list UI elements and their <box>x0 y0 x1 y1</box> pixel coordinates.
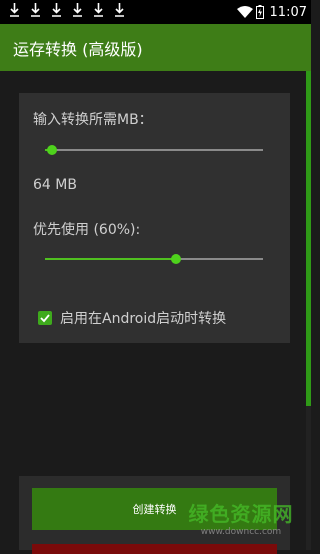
startup-checkbox[interactable] <box>38 311 52 325</box>
scrollbar-thumb[interactable] <box>306 71 311 406</box>
download-icon <box>10 3 19 17</box>
download-icon <box>115 3 124 17</box>
check-icon <box>40 314 50 323</box>
create-button-label: 创建转换 <box>132 503 177 516</box>
slider-thumb[interactable] <box>46 145 57 155</box>
clock: 11:07 <box>269 4 307 20</box>
priority-label: 优先使用 (60%): <box>33 222 141 238</box>
download-icon <box>52 3 61 17</box>
startup-option[interactable]: 启用在Android启动时转换 <box>38 308 226 328</box>
page-title: 运存转换 (高级版) <box>13 39 143 59</box>
mb-label: 输入转换所需MB： <box>33 112 153 128</box>
mb-value: 64 MB <box>33 177 77 193</box>
slider-thumb[interactable] <box>170 254 181 264</box>
battery-icon <box>255 5 264 19</box>
download-icon <box>73 3 82 17</box>
watermark-text: 绿色资源网 <box>188 502 294 526</box>
settings-card: 输入转换所需MB： 64 MB 优先使用 (60%): 启用在Android启动… <box>19 93 290 343</box>
download-icon <box>31 3 40 17</box>
status-icons: 11:07 <box>236 0 307 24</box>
slider-rail <box>45 149 263 151</box>
watermark-url: www.downcc.com <box>200 527 282 537</box>
wifi-icon <box>236 6 253 18</box>
download-icon <box>94 3 103 17</box>
app-bar: 运存转换 (高级版) <box>0 24 311 71</box>
secondary-button[interactable] <box>32 544 277 554</box>
status-bar: 11:07 <box>0 0 311 24</box>
priority-slider[interactable] <box>45 252 263 266</box>
slider-fill <box>45 258 176 260</box>
startup-label: 启用在Android启动时转换 <box>60 311 227 327</box>
mb-slider[interactable] <box>45 143 263 157</box>
